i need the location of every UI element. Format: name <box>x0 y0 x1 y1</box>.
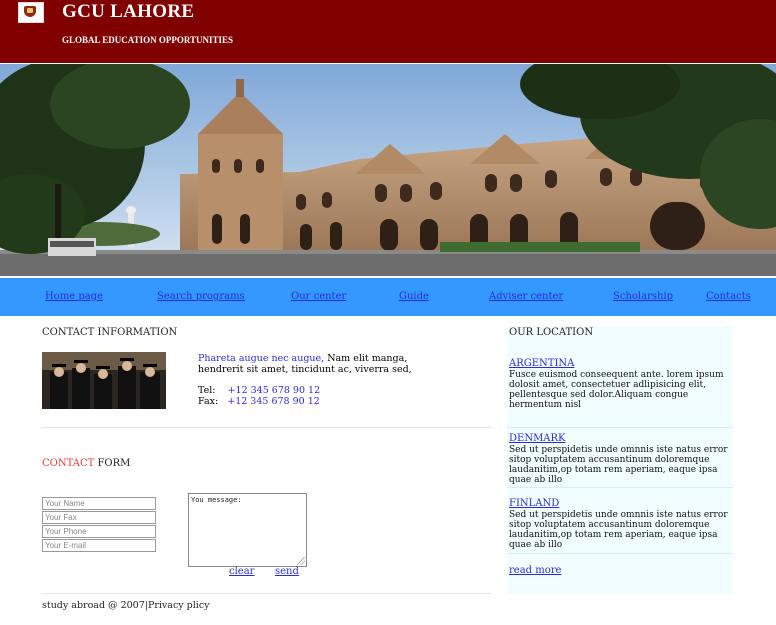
location-name-denmark[interactable]: DENMARK <box>509 433 566 444</box>
nav-contacts[interactable]: Contacts <box>706 291 751 302</box>
contact-info-title: CONTACT INFORMATION <box>42 327 178 338</box>
location-text-finland: Sed ut perspidetis unde omnnis iste natu… <box>509 510 728 550</box>
main-nav: Home page Search programs Our center Gui… <box>0 278 776 316</box>
message-placeholder: You message: <box>191 496 242 504</box>
graduates-photo <box>42 352 166 409</box>
nav-adviser-center[interactable]: Adviser center <box>489 291 563 302</box>
tel-label: Tel: <box>198 385 216 396</box>
send-button[interactable]: send <box>275 566 299 577</box>
phone-block: Tel: +12 345 678 90 12 Fax: +12 345 678 … <box>198 385 320 407</box>
clear-button[interactable]: clear <box>229 566 254 577</box>
site-header: GCU LAHORE GLOBAL EDUCATION OPPORTUNITIE… <box>0 0 776 63</box>
nav-guide[interactable]: Guide <box>399 291 429 302</box>
email-field[interactable]: Your E-mail <box>42 539 156 552</box>
nav-our-center[interactable]: Our center <box>291 291 346 302</box>
site-title: GCU LAHORE <box>62 1 195 22</box>
location-name-finland[interactable]: FINLAND <box>509 498 559 509</box>
contact-description: Phareta augue nec augue, Nam elit manga,… <box>198 353 418 375</box>
read-more-link[interactable]: read more <box>509 565 561 576</box>
message-textarea[interactable]: You message: <box>188 493 307 567</box>
location-divider <box>507 427 733 428</box>
fax-value: +12 345 678 90 12 <box>227 396 320 407</box>
tel-value: +12 345 678 90 12 <box>227 385 321 396</box>
resize-grip-icon[interactable] <box>297 557 305 565</box>
divider <box>42 427 492 428</box>
contact-text-rest: Nam elit manga, <box>324 353 408 364</box>
contact-form-title-rest: FORM <box>94 458 131 469</box>
location-divider <box>507 553 733 554</box>
site-tagline: GLOBAL EDUCATION OPPORTUNITIES <box>62 35 234 45</box>
location-text-denmark: Sed ut perspidetis unde omnnis iste natu… <box>509 445 728 485</box>
fax-field[interactable]: Your Fax <box>42 511 156 524</box>
location-text-argentina: Fusce euismod conseequent ante. lorem ip… <box>509 370 724 410</box>
location-name-argentina[interactable]: ARGENTINA <box>509 358 574 369</box>
nav-home-page[interactable]: Home page <box>45 291 103 302</box>
phone-field[interactable]: Your Phone <box>42 525 156 538</box>
logo-crest-icon[interactable] <box>18 2 44 23</box>
footer-text: study abroad @ 2007|Privacy plicy <box>42 600 210 611</box>
nav-scholarship[interactable]: Scholarship <box>613 291 673 302</box>
divider <box>42 593 492 594</box>
name-field[interactable]: Your Name <box>42 497 156 510</box>
location-title: OUR LOCATION <box>509 327 594 338</box>
contact-form-title: CONTACT FORM <box>42 458 130 469</box>
contact-highlight: Phareta augue nec augue, <box>198 353 325 364</box>
fax-label: Fax: <box>198 396 219 407</box>
location-divider <box>507 487 733 488</box>
contact-form-title-highlight: CONTACT <box>42 458 95 469</box>
nav-search-programs[interactable]: Search programs <box>157 291 245 302</box>
contact-text-line2: hendrerit sit amet, tincidunt ac, viverr… <box>198 364 412 375</box>
hero-campus-image <box>0 64 776 276</box>
